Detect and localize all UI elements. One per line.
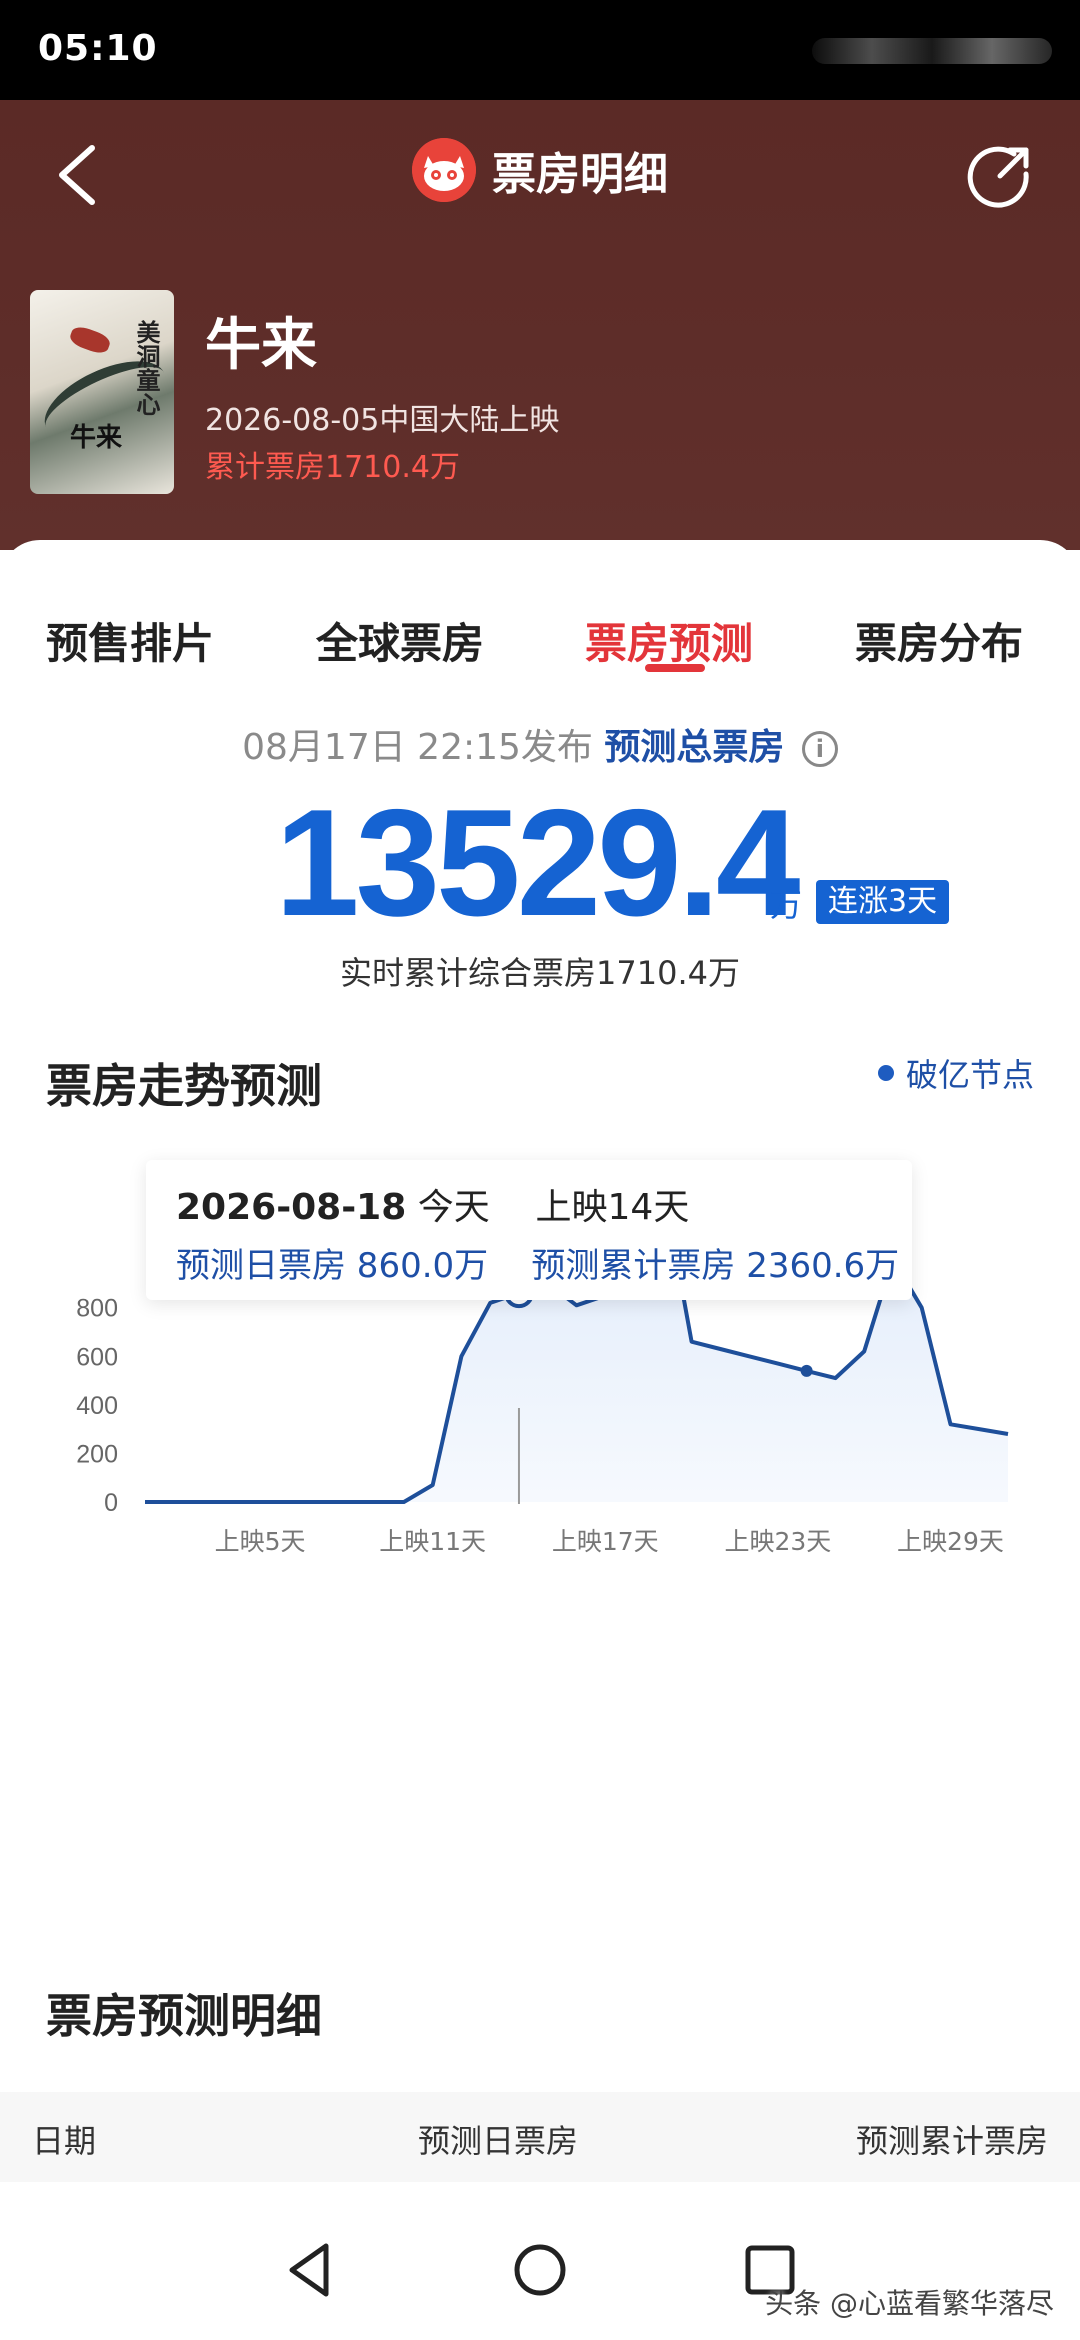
milestone-label: 破亿节点 (905, 1056, 1034, 1094)
watermark: 头条 @心蓝看繁华落尽 (765, 2287, 1054, 2320)
active-tab-indicator (645, 664, 705, 672)
tooltip-today: 今天 (417, 1187, 490, 1228)
column-cumulative: 预测累计票房 (855, 2122, 1048, 2160)
realtime-box-office: 实时累计综合票房1710.4万 (340, 954, 740, 992)
tooltip-line1: 2026-08-18 今天 上映14天 (176, 1178, 689, 1230)
poster-figure (67, 323, 113, 357)
column-daily: 预测日票房 (418, 2122, 579, 2160)
detail-table-header: 日期 预测日票房 预测累计票房 (0, 2092, 1080, 2182)
publish-line: 08月17日 22:15发布 预测总票房 i (0, 718, 1080, 770)
content-card: 预售排片 全球票房 票房预测 票房分布 08月17日 22:15发布 预测总票房… (0, 540, 1080, 2200)
milestone-point (800, 1364, 813, 1377)
forecast-total-value: 13529.4 (275, 778, 800, 948)
status-icons (812, 38, 1052, 64)
nav-home-icon[interactable] (508, 2238, 572, 2302)
chart-tooltip: 2026-08-18 今天 上映14天 预测日票房 860.0万 预测累计票房 … (146, 1160, 912, 1300)
share-icon[interactable] (966, 140, 1036, 210)
total-box-office: 累计票房1710.4万 (205, 450, 460, 485)
y-tick-label: 600 (76, 1343, 118, 1371)
trend-title: 票房走势预测 (46, 1059, 322, 1113)
y-tick-label: 400 (76, 1392, 118, 1420)
tooltip-date: 2026-08-18 (176, 1187, 407, 1228)
forecast-unit: 万 (770, 886, 803, 924)
forecast-label: 预测总票房 (604, 727, 785, 768)
release-date: 2026-08-05中国大陆上映 (205, 403, 560, 438)
y-tick-label: 800 (76, 1295, 118, 1323)
x-tick-label: 上映17天 (552, 1527, 659, 1556)
nav-title-wrap: 票房明细 (0, 138, 1080, 206)
tab-presale[interactable]: 预售排片 (46, 610, 214, 671)
tooltip-line2: 预测日票房 860.0万 预测累计票房 2360.6万 (176, 1238, 899, 1287)
info-icon[interactable]: i (801, 731, 838, 767)
publish-time: 08月17日 22:15发布 (242, 727, 593, 768)
maoyan-cat-icon (412, 138, 476, 202)
status-bar: 05:10 (0, 0, 1080, 100)
poster-name: 牛来 (70, 423, 123, 453)
tab-global[interactable]: 全球票房 (316, 610, 484, 671)
x-tick-label: 上映29天 (897, 1527, 1004, 1556)
x-tick-label: 上映5天 (215, 1527, 306, 1556)
x-tick-label: 上映23天 (724, 1527, 831, 1556)
tooltip-cumulative: 预测累计票房 2360.6万 (531, 1246, 900, 1286)
movie-poster[interactable]: 美洞童心 牛来 (30, 290, 174, 494)
nav-title: 票房明细 (412, 138, 668, 202)
rise-badge: 连涨3天 (816, 880, 950, 924)
area-fill (145, 1280, 1008, 1502)
y-tick-label: 0 (104, 1489, 118, 1517)
milestone-dot-icon (877, 1065, 894, 1081)
tooltip-day: 上映14天 (535, 1187, 690, 1228)
page-title: 票房明细 (492, 149, 668, 200)
nav-back-icon[interactable] (278, 2238, 342, 2302)
trend-chart[interactable]: 02004006008001,0001,2001,400上映5天上映11天上映1… (0, 1280, 1080, 1800)
movie-title: 牛来 (205, 313, 317, 378)
y-tick-label: 200 (76, 1440, 118, 1468)
milestone-legend[interactable]: 破亿节点 (877, 1050, 1034, 1096)
tab-distribution[interactable]: 票房分布 (855, 610, 1023, 671)
poster-title: 美洞童心 (132, 320, 161, 416)
tooltip-daily: 预测日票房 860.0万 (176, 1246, 489, 1286)
tab-bar: 预售排片 全球票房 票房预测 票房分布 (0, 570, 1080, 670)
tab-forecast[interactable]: 票房预测 (585, 610, 753, 671)
column-date: 日期 (32, 2122, 97, 2160)
detail-title: 票房预测明细 (46, 1989, 322, 2043)
x-tick-label: 上映11天 (379, 1527, 486, 1556)
status-time: 05:10 (38, 28, 158, 69)
